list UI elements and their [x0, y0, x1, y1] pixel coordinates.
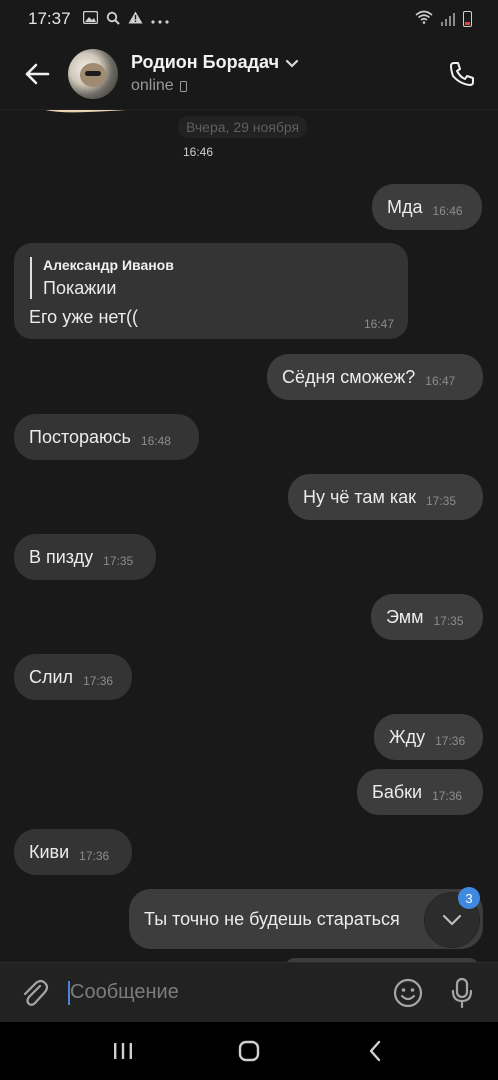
sticker-time: 16:46 [183, 145, 214, 159]
message-bubble[interactable]: Ну чё там как 17:35 [288, 474, 483, 520]
message-composer: Сообщение [0, 962, 498, 1022]
quote-author: Александр Иванов [43, 257, 174, 273]
message-text: Бабки [372, 781, 423, 802]
more-notifications-icon [150, 12, 169, 27]
message-time: 17:35 [425, 494, 457, 508]
quote-text: Покажии [43, 278, 117, 298]
contact-status: online [131, 77, 174, 94]
message-time: 16:48 [140, 434, 171, 448]
message-bubble[interactable]: Мда 16:46 [372, 184, 482, 230]
home-icon[interactable] [229, 1031, 269, 1071]
search-notification-icon [106, 11, 120, 28]
message-bubble[interactable]: Бабки 17:36 [357, 769, 483, 815]
wifi-icon [415, 10, 433, 29]
message-list[interactable]: Вчера, 29 ноября 16:46 Мда 16:46 Алексан… [0, 110, 498, 962]
message-time: 16:47 [363, 317, 394, 331]
message-text: Слил [29, 666, 74, 687]
signal-icon [441, 12, 455, 26]
chevron-down-icon [442, 914, 462, 926]
system-navigation-bar [0, 1022, 498, 1080]
message-text: Его уже нет(( [29, 307, 139, 327]
message-text: Ты точно не будешь стараться [144, 908, 400, 929]
message-time: 17:36 [83, 674, 114, 688]
status-time: 17:37 [28, 9, 71, 28]
message-text: Сёдня сможеж? [282, 366, 416, 387]
message-bubble[interactable]: Сёдня сможеж? 16:47 [267, 354, 483, 400]
message-text: Постораюсь [29, 426, 131, 447]
attach-icon[interactable] [18, 976, 52, 1010]
chat-header: Родион Борадач online [0, 38, 498, 110]
message-text: Киви [29, 841, 70, 862]
phone-icon[interactable] [444, 56, 480, 92]
battery-icon [463, 11, 472, 27]
message-bubble[interactable]: В пизду 17:35 [14, 534, 156, 580]
unread-count-badge: 3 [458, 887, 480, 909]
message-bubble[interactable]: Эмм 17:35 [371, 594, 483, 640]
message-bubble[interactable]: Киви 17:36 [14, 829, 132, 875]
message-time: 16:46 [432, 204, 463, 218]
avatar[interactable] [68, 48, 118, 99]
message-input[interactable]: Сообщение [68, 978, 390, 1008]
message-text: Мда [387, 196, 423, 217]
sticker-image[interactable] [28, 110, 198, 138]
contact-name: Родион Борадач [131, 52, 280, 72]
message-time: 16:47 [425, 374, 456, 388]
contact-info[interactable]: Родион Борадач online [131, 52, 299, 95]
message-bubble[interactable]: Постораюсь 16:48 [14, 414, 199, 460]
reply-message-bubble[interactable]: Александр Иванов Покажии Его уже нет(( 1… [14, 243, 408, 339]
status-bar: 17:37 [0, 0, 498, 38]
message-text: Жду [389, 726, 426, 747]
chevron-down-icon [285, 52, 299, 73]
gallery-notification-icon [82, 10, 98, 27]
message-bubble[interactable]: Слил 17:36 [14, 654, 132, 700]
message-time: 17:36 [435, 734, 466, 748]
mobile-device-icon [179, 80, 187, 92]
quoted-message[interactable]: Александр Иванов Покажии [30, 257, 174, 299]
back-arrow-icon[interactable] [20, 57, 54, 91]
message-text: Эмм [386, 606, 424, 627]
recent-apps-icon[interactable] [103, 1031, 143, 1071]
microphone-icon[interactable] [444, 975, 480, 1011]
message-time: 17:36 [432, 789, 463, 803]
message-time: 17:36 [79, 849, 110, 863]
emoji-icon[interactable] [390, 975, 426, 1011]
message-text: В пизду [29, 546, 94, 567]
message-time: 17:35 [433, 614, 464, 628]
message-text: Ну чё там как [303, 486, 416, 507]
message-time: 17:35 [103, 554, 134, 568]
back-nav-icon[interactable] [355, 1031, 395, 1071]
date-separator: Вчера, 29 ноября [178, 116, 308, 138]
warning-notification-icon [128, 11, 143, 27]
message-bubble[interactable]: Жду 17:36 [374, 714, 483, 760]
